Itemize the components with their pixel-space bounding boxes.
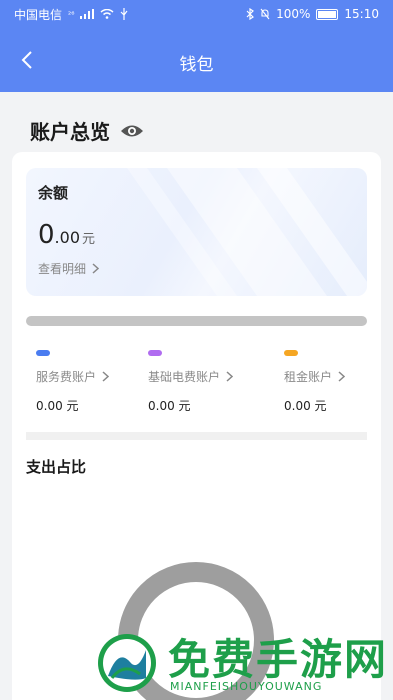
status-right: 100% 15:10 xyxy=(246,7,379,21)
carrier-label: 中国电信 xyxy=(14,7,63,22)
account-amount: 0.00 元 xyxy=(36,399,79,413)
status-bar: 中国电信 ²⁶ 100% 15:10 xyxy=(0,0,393,28)
account-list: 服务费账户 0.00 元 基础电费账户 0.00 元 租金账户 0.00 元 xyxy=(12,350,381,420)
balance-integer: 0 xyxy=(38,220,55,250)
balance-progress-bar xyxy=(26,316,367,326)
app-header: 钱包 xyxy=(0,28,393,92)
mute-icon xyxy=(260,8,270,20)
signal-icon xyxy=(80,9,95,19)
battery-percent: 100% xyxy=(276,7,311,21)
expense-title: 支出占比 xyxy=(26,458,87,476)
account-color-dot xyxy=(36,350,50,356)
watermark-subtitle: MIANFEISHOUYOUWANG xyxy=(170,680,323,693)
battery-icon xyxy=(316,8,339,20)
view-details-label: 查看明细 xyxy=(38,262,87,276)
section-divider xyxy=(26,432,367,440)
balance-label: 余额 xyxy=(38,184,69,202)
account-color-dot xyxy=(284,350,298,356)
balance-decimal: .00 xyxy=(54,228,80,247)
card-decoration xyxy=(127,168,367,296)
balance-unit: 元 xyxy=(82,232,96,247)
balance-card: 余额 0.00 元 查看明细 xyxy=(26,168,367,296)
watermark-title: 免费手游网 xyxy=(168,635,389,684)
account-name-text: 基础电费账户 xyxy=(148,370,221,384)
watermark: 免费手游网 MIANFEISHOUYOUWANG xyxy=(90,626,390,700)
overview-title-text: 账户总览 xyxy=(30,120,110,144)
account-name-text: 服务费账户 xyxy=(36,370,97,384)
account-amount: 0.00 元 xyxy=(148,399,191,413)
overview-title: 账户总览 xyxy=(30,116,144,145)
account-name-text: 租金账户 xyxy=(284,370,333,384)
bluetooth-icon xyxy=(246,8,255,20)
account-color-dot xyxy=(148,350,162,356)
account-basic-electricity[interactable]: 基础电费账户 0.00 元 xyxy=(148,350,234,414)
balance-amount: 0.00 元 xyxy=(38,220,95,250)
chevron-right-icon xyxy=(226,371,234,382)
wifi-icon xyxy=(100,9,114,19)
account-name: 租金账户 xyxy=(284,368,346,385)
view-details-link[interactable]: 查看明细 xyxy=(38,260,100,277)
clock: 15:10 xyxy=(344,7,379,21)
usb-icon xyxy=(121,8,128,20)
main-card: 余额 0.00 元 查看明细 服务费账户 0.00 元 基础电费账户 0.00 元 xyxy=(12,152,381,700)
page-title: 钱包 xyxy=(179,55,214,75)
account-amount: 0.00 元 xyxy=(284,399,327,413)
network-type: ²⁶ xyxy=(68,9,75,19)
status-left: 中国电信 ²⁶ xyxy=(14,6,128,23)
chevron-right-icon xyxy=(92,263,100,274)
chevron-right-icon xyxy=(102,371,110,382)
eye-icon[interactable] xyxy=(120,123,144,139)
account-name: 服务费账户 xyxy=(36,368,110,385)
account-rent[interactable]: 租金账户 0.00 元 xyxy=(284,350,346,414)
chevron-right-icon xyxy=(338,371,346,382)
account-name: 基础电费账户 xyxy=(148,368,234,385)
account-service-fee[interactable]: 服务费账户 0.00 元 xyxy=(36,350,110,414)
watermark-logo xyxy=(98,634,156,692)
